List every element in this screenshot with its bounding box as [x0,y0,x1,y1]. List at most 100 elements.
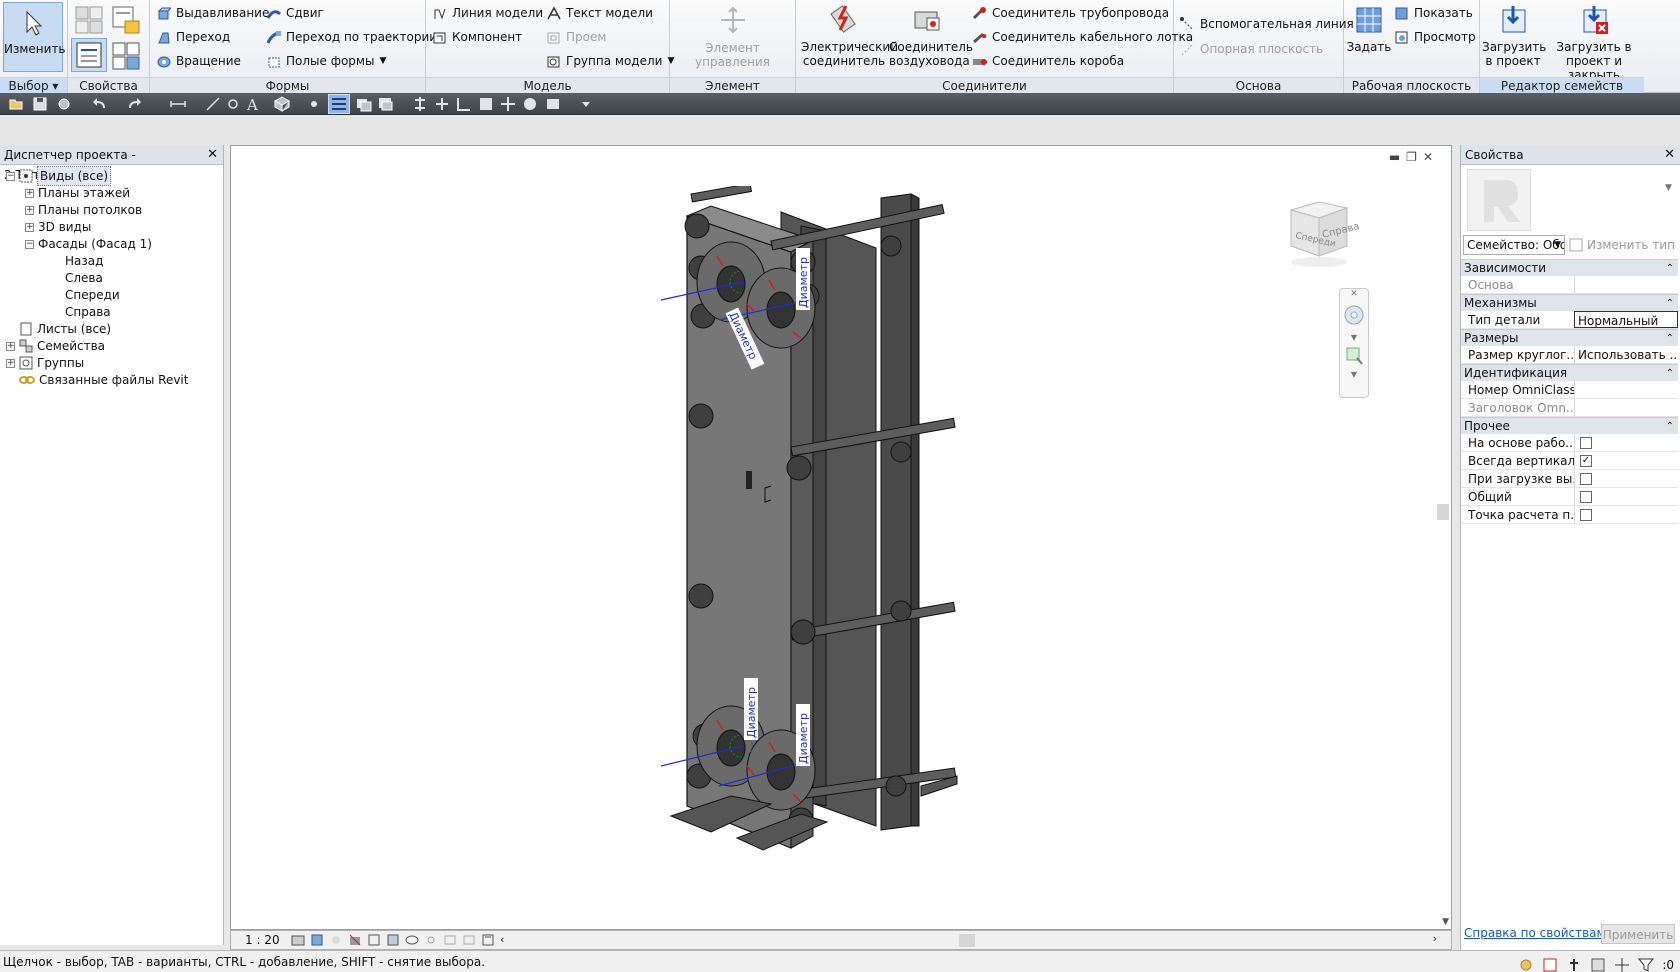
text-icon[interactable]: A [245,96,261,112]
family-types-icon[interactable] [110,4,142,36]
swept-blend-button[interactable]: Переход по траектории [266,27,437,47]
conduit-connector-button[interactable]: Соединитель короба [972,51,1124,71]
expand-icon[interactable]: + [25,188,34,198]
trim-icon[interactable] [456,96,472,112]
tree-elevation-left[interactable]: Слева [65,269,103,287]
tree-elevation-front[interactable]: Спереди [65,286,120,304]
close-icon[interactable]: ✕ [207,145,218,165]
tag-icon[interactable] [225,96,241,112]
view-scale[interactable]: 1 : 20 [245,933,280,947]
extrusion-button[interactable]: Выдавливание [156,3,269,23]
collapse-icon[interactable]: ⌃ [1666,295,1674,312]
select-menu[interactable]: Выбор ▾ [0,77,67,93]
cut-on-load-checkbox[interactable] [1580,473,1592,485]
drag-on-selection-icon[interactable] [1614,957,1630,972]
scroll-left-icon[interactable]: ‹ [500,933,504,947]
sync-icon[interactable] [56,96,72,112]
omniclass-number-field[interactable] [1574,381,1678,398]
model-line-button[interactable]: Линия модели [432,3,543,23]
cube-icon[interactable] [478,96,494,112]
reference-plane-button[interactable]: Опорная плоскость [1180,39,1323,59]
vertical-scroll-thumb[interactable] [1437,504,1449,520]
apply-button[interactable]: Применить [1601,924,1675,944]
electrical-connector-button[interactable]: Электрический соединитель [801,4,898,68]
dimension-label[interactable]: Диаметр [745,687,758,738]
modify-button[interactable]: Изменить [3,2,66,72]
tree-families[interactable]: + Семейства [6,337,105,355]
part-type-field[interactable]: Нормальный [1574,311,1678,328]
save-icon[interactable] [32,96,48,112]
edit-type-button[interactable]: Изменить тип [1569,235,1675,255]
expand-icon[interactable]: + [25,222,34,232]
expand-icon[interactable]: + [25,205,34,215]
select-underlay-icon[interactable] [1542,957,1558,972]
crop-view-icon[interactable] [367,933,381,947]
customize-qat-icon[interactable] [578,96,594,112]
split-icon[interactable] [434,96,450,112]
tree-elevation-back[interactable]: Назад [65,252,103,270]
minimize-icon[interactable]: ▬ [1389,150,1400,164]
model-text-button[interactable]: Текст модели [546,3,653,23]
tree-sheets[interactable]: Листы (все) [6,320,111,338]
visibility-icon[interactable] [545,96,561,112]
reference-line-button[interactable]: Вспомогательная линия [1180,14,1354,34]
tree-floor-plans[interactable]: + Планы этажей [25,184,130,202]
dimension-icon[interactable] [205,96,221,112]
properties-help-link[interactable]: Справка по свойствам [1464,926,1606,940]
close-icon[interactable]: ✕ [1340,289,1368,299]
void-forms-button[interactable]: Полые формы ▼ [266,51,386,71]
category-constraints[interactable]: Зависимости ⌃ [1461,259,1678,276]
always-vertical-checkbox[interactable]: ✓ [1580,455,1592,467]
redo-icon[interactable] [126,96,142,112]
work-plane-based-checkbox[interactable] [1580,437,1592,449]
view-cube[interactable]: Спереди Справа [1281,196,1361,270]
reveal-constraints-icon[interactable] [481,933,495,947]
chevron-down-icon[interactable]: ▼ [1340,333,1368,342]
temporary-view-properties-icon[interactable] [443,933,457,947]
switch-windows-icon[interactable] [378,96,394,112]
open-icon[interactable] [8,96,24,112]
blend-button[interactable]: Переход [156,27,230,47]
chevron-down-icon[interactable]: ▼ [1340,370,1368,379]
zoom-icon[interactable] [1340,342,1368,370]
control-button[interactable]: Элемент управления [670,41,795,69]
detail-level-icon[interactable] [291,933,305,947]
collapse-icon[interactable]: − [25,239,34,249]
category-dimensions[interactable]: Размеры ⌃ [1461,329,1678,346]
section-icon[interactable] [306,96,322,112]
shadows-icon[interactable] [348,933,362,947]
visual-style-icon[interactable] [310,933,324,947]
opening-button[interactable]: Проем [546,27,606,47]
align-icon[interactable] [412,96,428,112]
workplane-viewer-button[interactable]: Просмотр [1394,27,1476,47]
cable-tray-connector-button[interactable]: Соединитель кабельного лотка [972,27,1193,47]
drawing-area[interactable]: ▬ ❐ ✕ Диаметр Диаметр Диаметр Диаметр Сп… [230,145,1452,930]
select-links-icon[interactable] [1518,957,1534,972]
select-pinned-icon[interactable] [1566,957,1582,972]
round-size-field[interactable]: Использовать ... [1574,346,1678,363]
family-filter-select[interactable]: Семейство: Обо ▼ [1463,235,1565,255]
heat-exchanger-model[interactable]: Диаметр Диаметр Диаметр Диаметр [651,186,1221,886]
sun-path-icon[interactable] [329,933,343,947]
collapse-icon[interactable]: ⌃ [1666,418,1674,435]
category-mechanical[interactable]: Механизмы ⌃ [1461,294,1678,311]
measure-icon[interactable] [170,96,186,112]
expand-icon[interactable]: + [6,341,15,351]
reveal-hidden-icon[interactable] [424,933,438,947]
worksharing-icon[interactable] [462,933,476,947]
dimension-label[interactable]: Диаметр [797,257,810,308]
type-properties-icon[interactable] [110,40,142,72]
collapse-icon[interactable]: ⌃ [1666,330,1674,347]
tree-elevations[interactable]: − Фасады (Фасад 1) [25,235,152,253]
tree-3d-views[interactable]: +3D виды [25,218,91,236]
show-workplane-button[interactable]: Показать [1394,3,1473,23]
move-icon[interactable] [500,96,516,112]
tree-elevation-right[interactable]: Справа [65,303,111,321]
close-icon[interactable]: ✕ [1664,145,1675,165]
type-selector-dropdown-icon[interactable]: ▼ [1665,183,1672,193]
horizontal-scroll-thumb[interactable] [959,934,975,947]
set-workplane-button[interactable]: Задать [1346,4,1392,54]
collapse-icon[interactable]: ⌃ [1666,365,1674,382]
expand-icon[interactable]: + [6,358,15,368]
3d-view-icon[interactable] [274,96,290,112]
